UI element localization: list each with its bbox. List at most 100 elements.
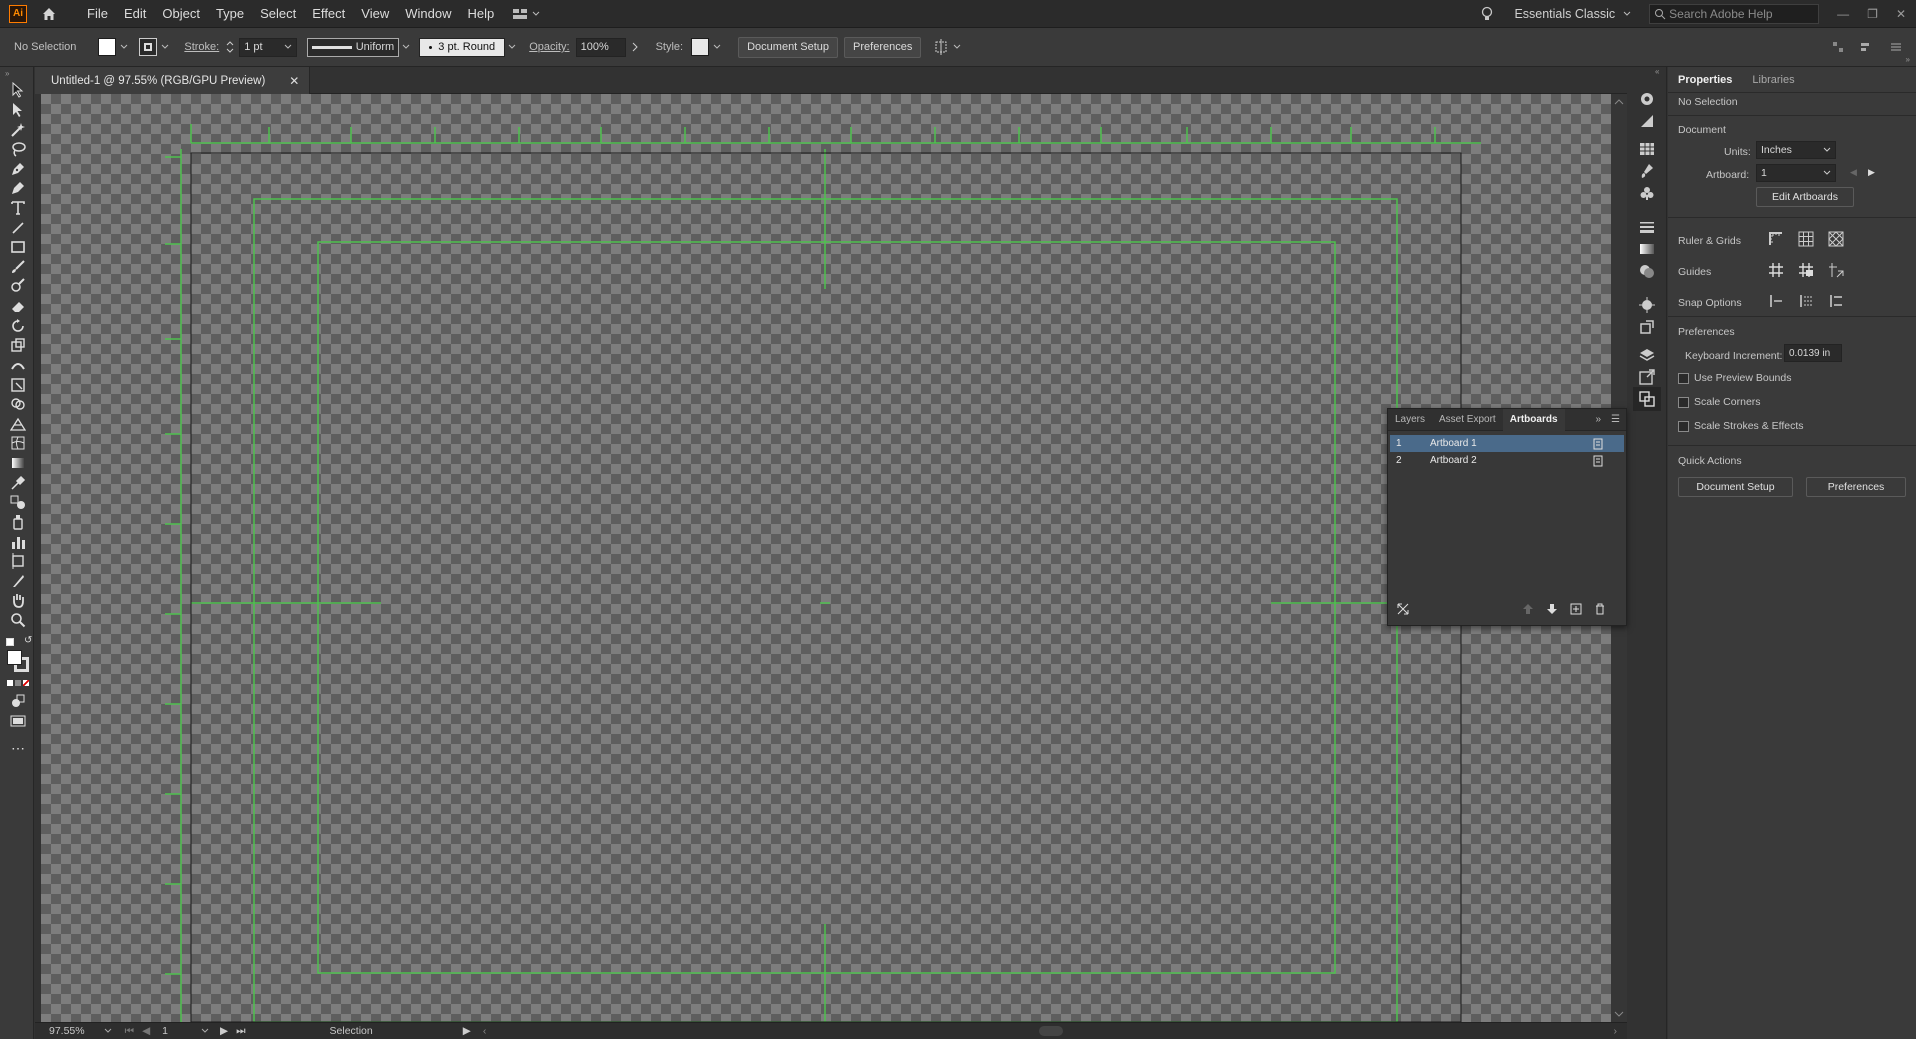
tab-layers[interactable]: Layers — [1388, 414, 1432, 425]
shape-builder-tool-icon[interactable] — [9, 395, 27, 413]
pen-tool-icon[interactable] — [9, 160, 27, 178]
menu-effect[interactable]: Effect — [304, 6, 353, 21]
gradient-icon[interactable] — [1639, 241, 1655, 257]
chevron-right-icon[interactable] — [630, 42, 640, 52]
type-tool-icon[interactable] — [9, 199, 27, 217]
stroke-icon[interactable] — [1639, 219, 1655, 235]
delete-artboard-icon[interactable] — [1594, 603, 1606, 615]
magic-wand-tool-icon[interactable] — [9, 121, 27, 139]
keyboard-increment-field[interactable]: 0.0139 in — [1784, 344, 1842, 362]
swatches-icon[interactable] — [1639, 141, 1655, 157]
hscroll-right-icon[interactable]: › — [1614, 1025, 1618, 1037]
hand-tool-icon[interactable] — [9, 591, 27, 609]
align-icon[interactable] — [1860, 41, 1874, 53]
use-preview-bounds-checkbox[interactable] — [1678, 372, 1689, 384]
artboard-tool-icon[interactable] — [9, 552, 27, 570]
scale-corners-row[interactable]: Scale Corners — [1678, 396, 1761, 408]
appearance-icon[interactable] — [1639, 297, 1655, 313]
stepper-icon[interactable] — [225, 39, 235, 55]
menu-help[interactable]: Help — [459, 6, 502, 21]
rearrange-artboards-icon[interactable] — [1396, 602, 1410, 616]
artboards-icon[interactable] — [1639, 391, 1655, 407]
brushes-icon[interactable] — [1639, 163, 1655, 179]
scale-corners-checkbox[interactable] — [1678, 396, 1689, 408]
search-help-field[interactable]: Search Adobe Help — [1649, 3, 1820, 24]
home-icon[interactable] — [39, 4, 59, 24]
quick-preferences-button[interactable]: Preferences — [1806, 477, 1906, 497]
artboard-row[interactable]: 1 Artboard 1 — [1390, 435, 1624, 452]
variable-width-profile[interactable]: Uniform — [307, 37, 400, 57]
mesh-tool-icon[interactable] — [9, 434, 27, 452]
restore-icon[interactable]: ❐ — [1867, 7, 1878, 21]
tab-artboards[interactable]: Artboards — [1502, 408, 1565, 431]
arrange-icon[interactable] — [1832, 41, 1844, 53]
document-tab[interactable]: Untitled-1 @ 97.55% (RGB/GPU Preview) ✕ — [35, 67, 311, 94]
panel-collapse-icon[interactable]: » — [1906, 55, 1910, 64]
chevron-down-icon[interactable] — [200, 1027, 210, 1035]
last-artboard-icon[interactable]: ⏭ — [236, 1025, 245, 1038]
opacity-label[interactable]: Opacity: — [529, 41, 569, 53]
zoom-level[interactable]: 97.55% — [49, 1025, 85, 1037]
line-tool-icon[interactable] — [9, 219, 27, 237]
transform-icon[interactable] — [933, 39, 949, 55]
brush-definition[interactable]: 3 pt. Round — [419, 37, 506, 57]
width-tool-icon[interactable] — [9, 356, 27, 374]
gradient-tool-icon[interactable] — [9, 454, 27, 472]
close-tab-icon[interactable]: ✕ — [289, 74, 299, 88]
menu-select[interactable]: Select — [252, 6, 304, 21]
chevron-down-icon[interactable] — [401, 43, 411, 51]
chevron-down-icon[interactable] — [712, 43, 722, 51]
symbol-sprayer-tool-icon[interactable] — [9, 513, 27, 531]
edit-toolbar-icon[interactable]: ⋯ — [9, 739, 27, 757]
curvature-tool-icon[interactable] — [9, 179, 27, 197]
scale-strokes-checkbox[interactable] — [1678, 420, 1689, 432]
tab-properties[interactable]: Properties — [1678, 74, 1732, 86]
move-down-icon[interactable] — [1546, 603, 1558, 615]
toolbar-collapse-icon[interactable]: » — [5, 69, 9, 78]
opacity-field[interactable]: 100% — [575, 37, 626, 57]
status-menu-icon[interactable]: ▶ — [463, 1025, 471, 1037]
transparency-icon[interactable] — [1639, 263, 1655, 279]
collapse-icon[interactable]: « — [1655, 67, 1659, 76]
canvas[interactable] — [41, 94, 1611, 1022]
paintbrush-tool-icon[interactable] — [9, 258, 27, 276]
shaper-tool-icon[interactable] — [9, 277, 27, 295]
panel-menu-icon[interactable]: ☰ — [1605, 414, 1626, 425]
horizontal-scrollbar[interactable] — [494, 1026, 1605, 1036]
menu-file[interactable]: File — [79, 6, 116, 21]
close-window-icon[interactable]: ✕ — [1896, 7, 1906, 21]
menu-type[interactable]: Type — [208, 6, 252, 21]
next-artboard-button[interactable]: ▶ — [1868, 167, 1875, 178]
rectangle-tool-icon[interactable] — [9, 238, 27, 256]
draw-mode-icon[interactable] — [9, 692, 27, 710]
zoom-tool-icon[interactable] — [9, 611, 27, 629]
fill-color-box[interactable] — [7, 650, 22, 665]
hscroll-left-icon[interactable]: ‹ — [483, 1025, 487, 1037]
chevron-down-icon[interactable] — [507, 43, 517, 51]
use-preview-bounds-row[interactable]: Use Preview Bounds — [1678, 372, 1791, 384]
next-artboard-icon[interactable]: ▶ — [220, 1025, 228, 1037]
scroll-up-icon[interactable] — [1611, 96, 1627, 108]
horizontal-scroll-thumb[interactable] — [1039, 1026, 1064, 1036]
chevron-down-icon[interactable] — [160, 43, 170, 51]
artboard-options-icon[interactable] — [1592, 438, 1604, 450]
artboard-options-icon[interactable] — [1592, 455, 1604, 467]
new-artboard-icon[interactable] — [1570, 603, 1582, 615]
grid-icon[interactable] — [1798, 231, 1814, 247]
scale-tool-icon[interactable] — [9, 336, 27, 354]
artboard-number[interactable]: 1 — [162, 1025, 168, 1037]
preferences-button[interactable]: Preferences — [844, 36, 922, 58]
quick-document-setup-button[interactable]: Document Setup — [1678, 477, 1793, 497]
prev-artboard-icon[interactable]: ◀ — [142, 1025, 150, 1037]
swap-colors-icon[interactable]: ↺ — [24, 635, 32, 646]
collapse-panel-icon[interactable]: » — [1591, 414, 1605, 425]
workspace-switcher[interactable]: Essentials Classic — [1514, 7, 1631, 21]
prev-artboard-button[interactable]: ◀ — [1850, 167, 1857, 178]
scroll-down-icon[interactable] — [1611, 1008, 1627, 1020]
minimize-icon[interactable]: — — [1837, 7, 1849, 21]
move-up-icon[interactable] — [1522, 603, 1534, 615]
menu-view[interactable]: View — [353, 6, 397, 21]
stroke-swatch[interactable] — [139, 38, 158, 56]
snap-to-grid-icon[interactable] — [1828, 293, 1844, 309]
color-icon[interactable] — [1639, 113, 1655, 129]
